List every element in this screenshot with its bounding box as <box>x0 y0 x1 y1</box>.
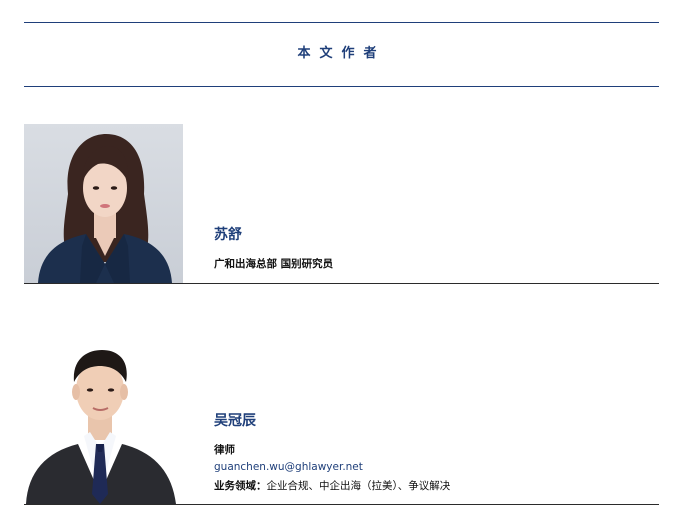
portrait-male-icon <box>24 344 180 504</box>
author-photo-wu-guanchen <box>24 344 180 504</box>
author-name: 苏舒 <box>214 227 242 243</box>
author-name: 吴冠辰 <box>214 413 256 429</box>
portrait-female-icon <box>24 124 183 283</box>
author-divider <box>24 504 659 505</box>
author-photo-su-shu <box>24 124 183 283</box>
header-bottom-rule <box>24 86 659 87</box>
header-top-rule <box>24 22 659 23</box>
author-practice-area: 业务领域：企业合规、中企出海（拉美）、争议解决 <box>214 479 450 493</box>
author-title: 律师 <box>214 444 235 456</box>
author-email-link[interactable]: guanchen.wu@ghlawyer.net <box>214 460 363 474</box>
author-divider <box>24 283 659 284</box>
practice-area-value: 企业合规、中企出海（拉美）、争议解决 <box>266 480 451 492</box>
section-title: 本文作者 <box>297 46 386 61</box>
author-title: 广和出海总部 国别研究员 <box>214 258 334 270</box>
practice-area-label: 业务领域： <box>214 480 267 492</box>
